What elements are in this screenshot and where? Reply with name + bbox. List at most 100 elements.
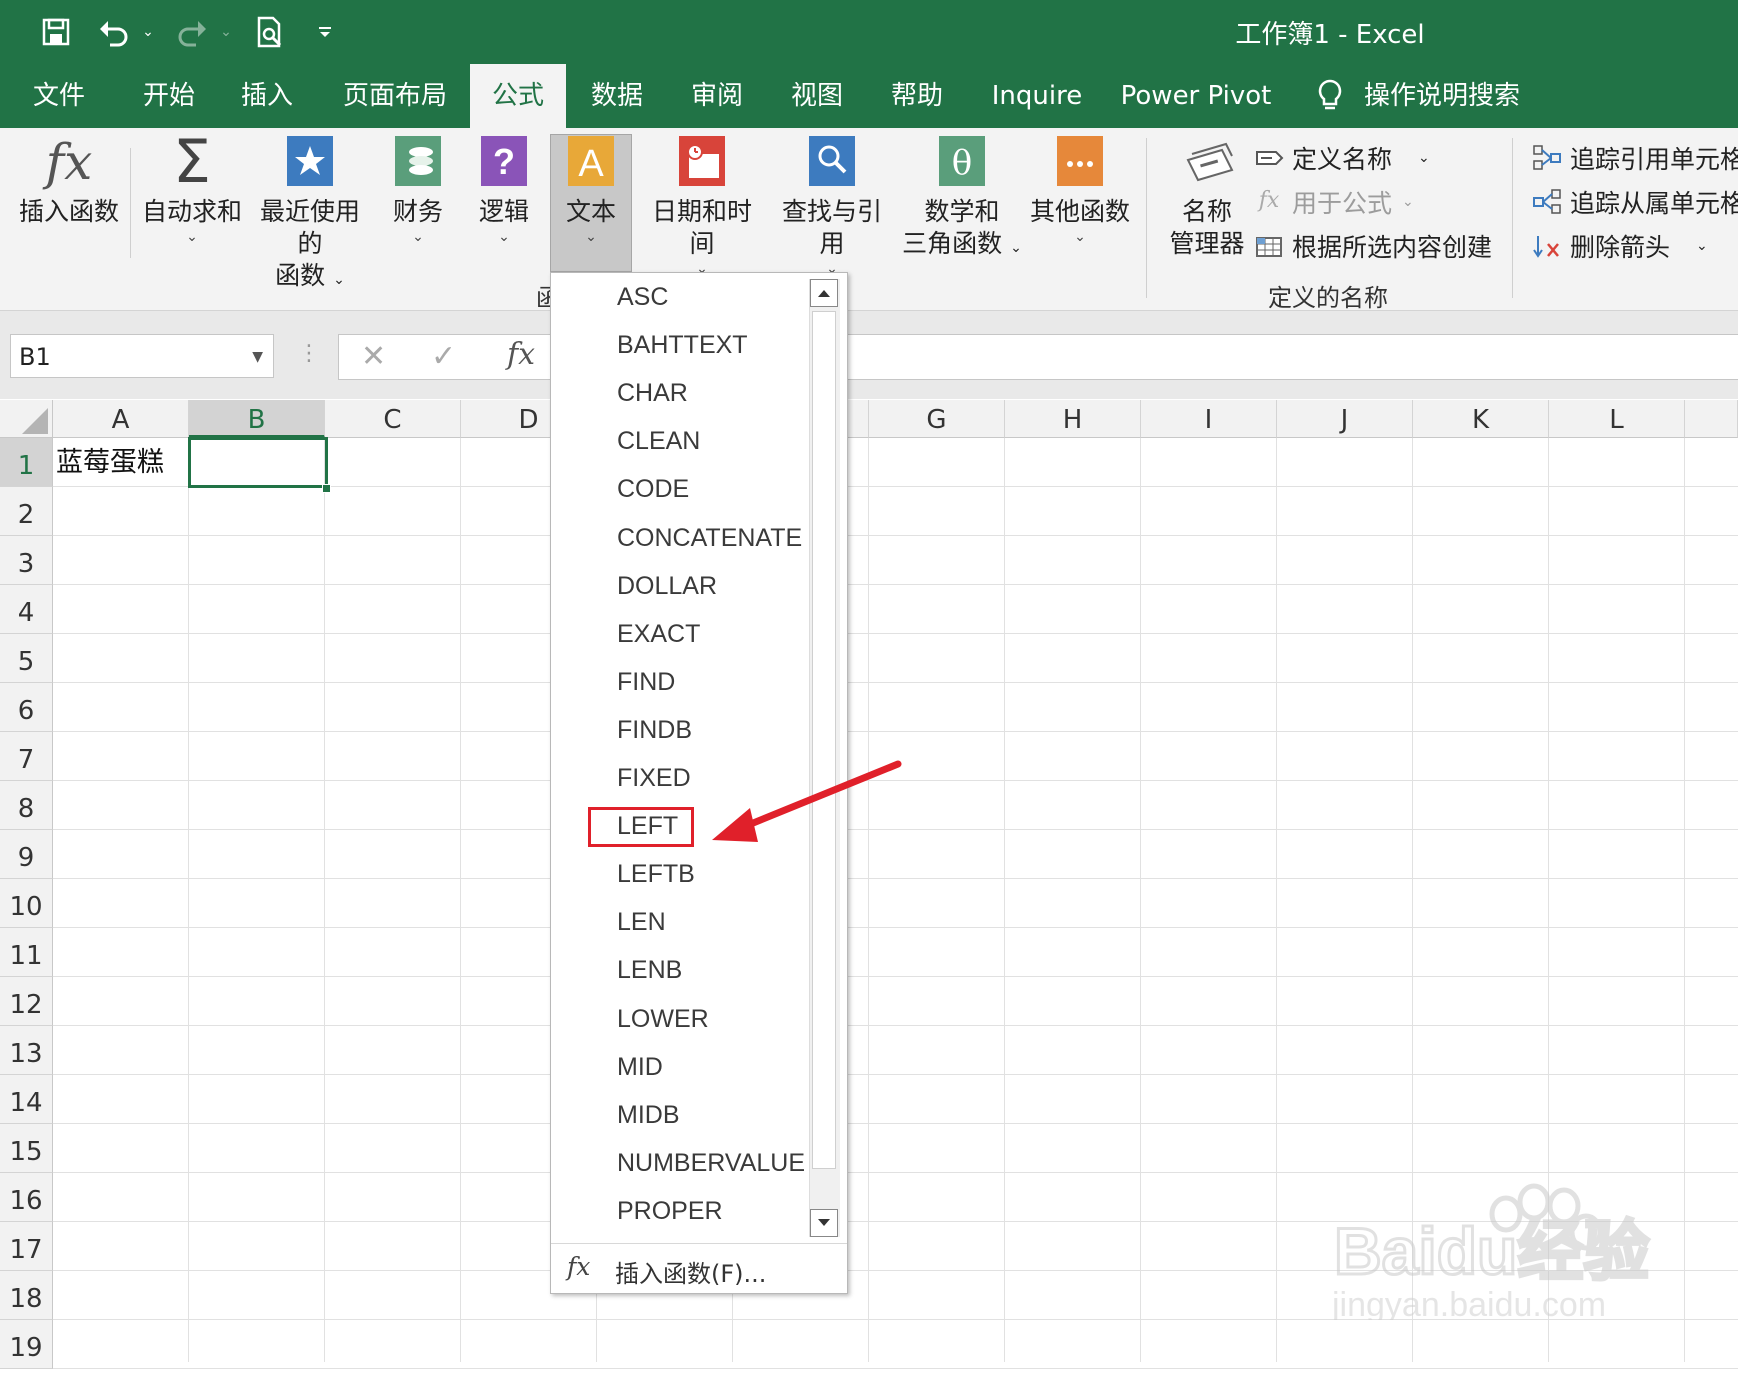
save-icon[interactable] xyxy=(36,12,76,52)
print-preview-icon[interactable] xyxy=(250,12,290,52)
confirm-check-icon[interactable]: ✓ xyxy=(431,339,456,374)
text-functions-button[interactable]: A 文本 ⌄ xyxy=(552,134,630,244)
row-header-11[interactable]: 11 xyxy=(0,928,53,977)
select-all-corner[interactable] xyxy=(0,400,53,438)
tab-inquire[interactable]: Inquire xyxy=(982,64,1092,128)
undo-dropdown-chevron-icon[interactable]: ⌄ xyxy=(138,12,158,52)
function-item-lenb[interactable]: LENB xyxy=(617,956,682,985)
function-item-proper[interactable]: PROPER xyxy=(617,1197,723,1226)
active-cell-b1[interactable] xyxy=(188,437,328,488)
row-header-10[interactable]: 10 xyxy=(0,879,53,928)
row-header-16[interactable]: 16 xyxy=(0,1173,53,1222)
use-in-formula-button[interactable]: fx 用于公式 ⌄ xyxy=(1254,184,1414,220)
tab-power-pivot[interactable]: Power Pivot xyxy=(1116,64,1276,128)
customize-qat-icon[interactable] xyxy=(312,12,338,52)
name-box[interactable]: B1 ▼ xyxy=(10,334,274,378)
function-item-fixed[interactable]: FIXED xyxy=(617,764,691,793)
cell-a1[interactable]: 蓝莓蛋糕 xyxy=(56,440,186,485)
recently-used-button[interactable]: 最近使用的 函数 ⌄ xyxy=(248,134,372,296)
row-header-14[interactable]: 14 xyxy=(0,1075,53,1124)
function-item-find[interactable]: FIND xyxy=(617,668,675,697)
create-from-selection-button[interactable]: 根据所选内容创建 xyxy=(1254,228,1492,264)
function-item-dollar[interactable]: DOLLAR xyxy=(617,572,717,601)
insert-function-menu-item[interactable]: fx 插入函数(F)... xyxy=(551,1243,847,1294)
function-item-findb[interactable]: FINDB xyxy=(617,716,692,745)
column-header-partial[interactable] xyxy=(1685,400,1738,438)
row-header-9[interactable]: 9 xyxy=(0,830,53,879)
function-item-code[interactable]: CODE xyxy=(617,475,689,504)
column-header-a[interactable]: A xyxy=(53,400,189,438)
row-header-3[interactable]: 3 xyxy=(0,536,53,585)
function-item-exact[interactable]: EXACT xyxy=(617,620,700,649)
scroll-thumb[interactable] xyxy=(812,311,836,1169)
column-header-l[interactable]: L xyxy=(1549,400,1685,438)
column-header-b[interactable]: B xyxy=(189,400,325,438)
function-item-lower[interactable]: LOWER xyxy=(617,1005,709,1034)
remove-arrows-button[interactable]: 删除箭头 ⌄ xyxy=(1532,228,1708,264)
math-trig-button[interactable]: θ 数学和 三角函数 ⌄ xyxy=(900,134,1024,264)
column-header-i[interactable]: I xyxy=(1141,400,1277,438)
row-header-18[interactable]: 18 xyxy=(0,1271,53,1320)
row-header-4[interactable]: 4 xyxy=(0,585,53,634)
row-header-15[interactable]: 15 xyxy=(0,1124,53,1173)
fx-icon: fx xyxy=(1258,188,1280,213)
column-header-k[interactable]: K xyxy=(1413,400,1549,438)
tab-data[interactable]: 数据 xyxy=(572,64,662,128)
column-header-c[interactable]: C xyxy=(325,400,461,438)
function-item-len[interactable]: LEN xyxy=(617,908,666,937)
column-header-g[interactable]: G xyxy=(869,400,1005,438)
logical-button[interactable]: ? 逻辑 ⌄ xyxy=(474,134,534,244)
financial-button[interactable]: 财务 ⌄ xyxy=(388,134,448,244)
datetime-button[interactable]: 日期和时间 ⌄ xyxy=(640,134,764,276)
redo-dropdown-chevron-icon[interactable]: ⌄ xyxy=(216,12,236,52)
define-name-button[interactable]: 定义名称 ⌄ xyxy=(1254,140,1430,176)
row-header-13[interactable]: 13 xyxy=(0,1026,53,1075)
row-header-12[interactable]: 12 xyxy=(0,977,53,1026)
tab-home[interactable]: 开始 xyxy=(124,64,214,128)
function-item-concatenate[interactable]: CONCATENATE xyxy=(617,524,802,553)
column-header-j[interactable]: J xyxy=(1277,400,1413,438)
function-item-clean[interactable]: CLEAN xyxy=(617,427,700,456)
row-header-17[interactable]: 17 xyxy=(0,1222,53,1271)
trace-precedents-button[interactable]: 追踪引用单元格 xyxy=(1532,140,1738,176)
row-header-1[interactable]: 1 xyxy=(0,438,53,487)
tab-review[interactable]: 审阅 xyxy=(672,64,762,128)
function-item-mid[interactable]: MID xyxy=(617,1053,663,1082)
row-header-7[interactable]: 7 xyxy=(0,732,53,781)
insert-function-button[interactable]: fx 插入函数 xyxy=(16,134,122,228)
tab-insert[interactable]: 插入 xyxy=(222,64,312,128)
formula-input[interactable]: ✕ ✓ fx xyxy=(338,334,1738,380)
scroll-down-button[interactable] xyxy=(810,1209,838,1237)
redo-icon[interactable] xyxy=(172,12,212,52)
autosum-button[interactable]: Σ 自动求和 ⌄ xyxy=(142,132,242,244)
name-manager-button[interactable]: 名称 管理器 xyxy=(1162,134,1252,260)
row-header-5[interactable]: 5 xyxy=(0,634,53,683)
scroll-up-button[interactable] xyxy=(810,279,838,307)
tab-formulas[interactable]: 公式 xyxy=(470,64,566,128)
more-functions-button[interactable]: 其他函数 ⌄ xyxy=(1030,134,1130,244)
function-item-char[interactable]: CHAR xyxy=(617,379,688,408)
undo-icon[interactable] xyxy=(94,12,134,52)
trace-dependents-button[interactable]: 追踪从属单元格 xyxy=(1532,184,1738,220)
chevron-down-icon[interactable]: ▼ xyxy=(252,335,263,379)
row-header-8[interactable]: 8 xyxy=(0,781,53,830)
function-item-numbervalue[interactable]: NUMBERVALUE xyxy=(617,1149,805,1178)
tab-file[interactable]: 文件 xyxy=(14,64,104,128)
fill-handle[interactable] xyxy=(322,484,331,493)
tell-me-search[interactable]: 操作说明搜索 xyxy=(1362,64,1522,128)
tab-view[interactable]: 视图 xyxy=(772,64,862,128)
row-gridline xyxy=(53,731,1738,732)
tab-page-layout[interactable]: 页面布局 xyxy=(330,64,460,128)
row-header-6[interactable]: 6 xyxy=(0,683,53,732)
tab-help[interactable]: 帮助 xyxy=(872,64,962,128)
function-item-bahttext[interactable]: BAHTTEXT xyxy=(617,331,748,360)
function-item-midb[interactable]: MIDB xyxy=(617,1101,680,1130)
function-item-leftb[interactable]: LEFTB xyxy=(617,860,695,889)
row-header-2[interactable]: 2 xyxy=(0,487,53,536)
function-item-asc[interactable]: ASC xyxy=(617,283,668,312)
cancel-x-icon[interactable]: ✕ xyxy=(361,339,386,374)
drag-handle-icon[interactable]: ⋮ xyxy=(298,341,320,371)
lookup-reference-button[interactable]: 查找与引用 ⌄ xyxy=(770,134,894,276)
fx-icon[interactable]: fx xyxy=(507,337,535,372)
column-header-h[interactable]: H xyxy=(1005,400,1141,438)
